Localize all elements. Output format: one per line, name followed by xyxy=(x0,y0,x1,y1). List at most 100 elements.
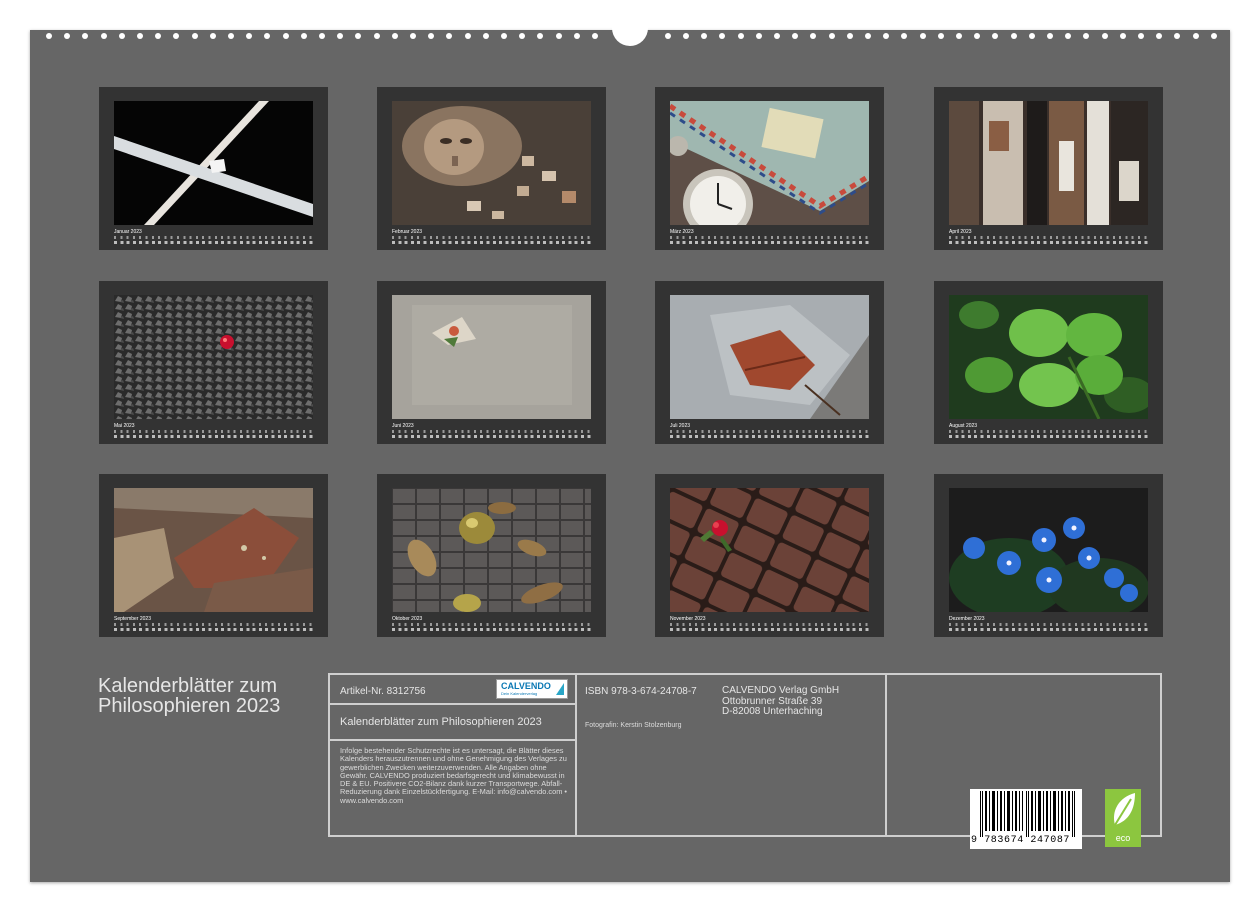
month-label: Februar 2023 xyxy=(392,229,423,235)
binding-ring xyxy=(1047,33,1053,39)
binding-ring xyxy=(373,33,380,39)
binding-ring xyxy=(482,33,489,39)
barcode-number: 9 783674 247087 xyxy=(971,835,1071,846)
jigsaw-face-photo xyxy=(392,101,591,225)
month-label: Dezember 2023 xyxy=(949,616,985,622)
binding-ring xyxy=(774,33,780,39)
divider xyxy=(330,703,575,705)
publisher-name: CALVENDO Verlag GmbH xyxy=(722,685,840,696)
date-row xyxy=(392,628,591,631)
date-row xyxy=(392,435,591,438)
binding-ring xyxy=(956,33,962,39)
month-caption xyxy=(745,227,869,230)
binding-ring xyxy=(501,33,507,39)
date-row xyxy=(670,628,869,631)
month-card-january[interactable]: Januar 2023 xyxy=(99,87,328,250)
photographer-credit: Fotografin: Kerstin Stolzenburg xyxy=(585,722,682,729)
binding-ring xyxy=(719,33,726,39)
weekday-row xyxy=(670,430,869,433)
weekday-row xyxy=(949,430,1148,433)
date-row xyxy=(114,435,313,438)
blue-forget-me-not-photo xyxy=(949,488,1148,612)
binding-ring xyxy=(319,33,325,39)
binding-ring xyxy=(137,33,143,39)
month-card-july[interactable]: Juli 2023 xyxy=(655,281,884,444)
month-card-december[interactable]: Dezember 2023 xyxy=(934,474,1163,637)
barcode-bars xyxy=(980,791,1075,837)
binding-ring xyxy=(246,33,253,39)
rocks-photo xyxy=(114,488,313,612)
date-row xyxy=(949,435,1148,438)
binding-ring xyxy=(337,33,344,39)
binding-ring xyxy=(755,33,762,39)
weekday-row xyxy=(114,236,313,239)
month-caption xyxy=(1024,421,1148,424)
date-row xyxy=(949,241,1148,244)
month-caption xyxy=(189,227,313,230)
month-label: Juli 2023 xyxy=(670,423,691,429)
month-label: September 2023 xyxy=(114,616,151,622)
binding-ring xyxy=(391,33,398,39)
eco-label: eco xyxy=(1115,833,1131,843)
leaf-icon xyxy=(1113,793,1135,826)
weekday-row xyxy=(949,623,1148,626)
cobblestones-leaves-photo xyxy=(392,488,591,612)
peeling-wood-photo xyxy=(949,101,1148,225)
binding-ring xyxy=(100,33,107,39)
divider xyxy=(885,675,887,835)
month-card-june[interactable]: Juni 2023 xyxy=(377,281,606,444)
month-label: Januar 2023 xyxy=(114,229,142,235)
divider xyxy=(575,675,577,835)
binding-ring xyxy=(264,33,271,39)
product-info-box: Artikel-Nr. 8312756 CALVENDO Dein Kalend… xyxy=(328,673,1162,849)
binding-ring xyxy=(792,33,799,39)
binding-ring xyxy=(300,33,307,39)
binding-ring xyxy=(537,33,544,39)
logo-subtitle: Dein Kalenderverlag xyxy=(501,691,538,696)
binding-ring xyxy=(1101,33,1108,39)
binding-ring xyxy=(937,33,944,39)
month-card-april[interactable]: April 2023 xyxy=(934,87,1163,250)
binding-ring xyxy=(974,33,981,39)
weekday-row xyxy=(670,236,869,239)
binding-ring xyxy=(1065,33,1072,39)
month-card-august[interactable]: August 2023 xyxy=(934,281,1163,444)
month-caption xyxy=(467,421,591,424)
month-card-february[interactable]: Februar 2023 xyxy=(377,87,606,250)
weekday-row xyxy=(392,623,591,626)
binding-ring xyxy=(1028,33,1035,39)
month-caption xyxy=(189,421,313,424)
weekday-row xyxy=(949,236,1148,239)
binding-ring xyxy=(992,33,999,39)
binding-ring xyxy=(919,33,926,39)
month-label: November 2023 xyxy=(670,616,706,622)
binding-ring xyxy=(118,33,125,39)
month-caption xyxy=(467,614,591,617)
binding-ring xyxy=(1138,33,1144,39)
month-card-september[interactable]: September 2023 xyxy=(99,474,328,637)
binding-ring xyxy=(82,33,89,39)
binding-ring xyxy=(846,33,853,39)
article-number: Artikel-Nr. 8312756 xyxy=(340,686,426,697)
binding-ring xyxy=(865,33,871,39)
logo-text: CALVENDO xyxy=(501,681,551,691)
gravel-red-bead-photo xyxy=(114,295,313,419)
binding-ring xyxy=(1010,33,1017,39)
date-row xyxy=(392,241,591,244)
month-card-november[interactable]: November 2023 xyxy=(655,474,884,637)
month-card-march[interactable]: März 2023 xyxy=(655,87,884,250)
weekday-row xyxy=(670,623,869,626)
month-caption xyxy=(1024,227,1148,230)
binding-ring xyxy=(683,33,689,39)
binding-ring xyxy=(701,33,708,39)
binding-ring xyxy=(810,33,817,39)
binding-ring xyxy=(883,33,890,39)
binding-ring xyxy=(410,33,416,39)
month-card-october[interactable]: Oktober 2023 xyxy=(377,474,606,637)
airmail-envelope-pocket-watch-photo xyxy=(670,101,869,225)
binding-ring xyxy=(901,33,908,39)
month-card-may[interactable]: Mai 2023 xyxy=(99,281,328,444)
isbn: ISBN 978-3-674-24708-7 xyxy=(585,686,697,697)
binding-ring xyxy=(191,33,198,39)
date-row xyxy=(670,435,869,438)
